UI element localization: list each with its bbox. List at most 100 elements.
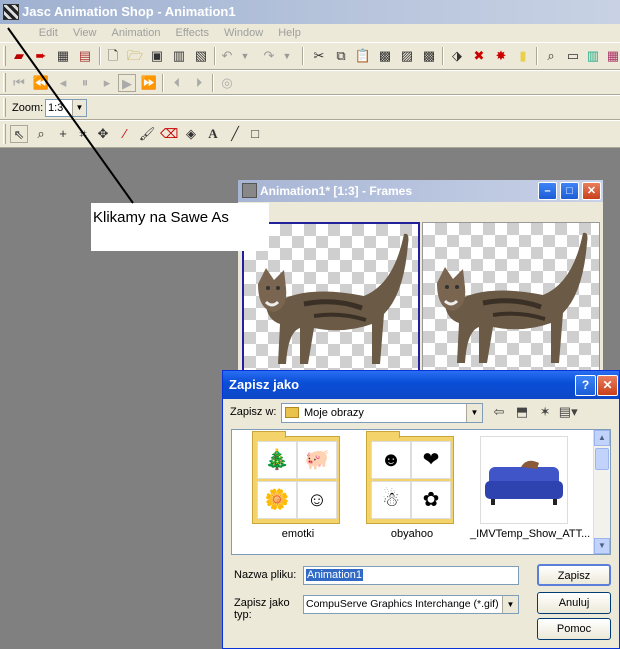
new-file-icon[interactable]: 🗋 [104,47,122,65]
minimize-button[interactable]: – [538,182,557,200]
chevron-down-icon[interactable]: ▼ [502,596,518,613]
maximize-button[interactable]: □ [560,182,579,200]
delete-frames-icon[interactable]: ✖ [470,47,488,65]
help-button[interactable]: Pomoc [537,618,611,640]
cancel-button[interactable]: Anuluj [537,592,611,614]
view-animation-icon[interactable]: ◎ [218,74,236,92]
redo-dropdown-icon[interactable]: ▼ [278,47,296,65]
paste-after-icon[interactable]: ▩ [420,47,438,65]
menu-animation[interactable]: Animation [106,24,167,40]
colors-icon[interactable]: ▦ [604,47,620,65]
rewind-icon[interactable]: ⏪ [32,74,50,92]
dialog-close-button[interactable]: ✕ [597,375,618,396]
vertical-scrollbar[interactable]: ▲ ▼ [593,430,610,554]
list-item[interactable]: 🎄 🐖 🌼 ☺ emotki [242,431,344,540]
frames-title-bar[interactable]: Animation1* [1:3] - Frames – □ ✕ [238,180,603,202]
play-icon[interactable]: ▶ [118,74,136,92]
toolbar-grip[interactable] [3,124,6,144]
crosshair-icon[interactable]: + [54,125,72,143]
menu-window[interactable]: Window [218,24,269,40]
crop-icon[interactable]: ✸ [492,47,510,65]
chevron-down-icon[interactable]: ▼ [72,100,86,116]
close-button[interactable]: ✕ [582,182,601,200]
paste-before-icon[interactable]: ▨ [398,47,416,65]
text-tool-icon[interactable]: A [204,125,222,143]
palette-icon[interactable]: ▥ [584,47,602,65]
paste-icon[interactable]: 📋 [354,47,372,65]
browse-icon[interactable]: ▧ [192,47,210,65]
menu-edit[interactable]: Edit [33,24,64,40]
zoom-tool-icon[interactable]: ⌕ [32,125,50,143]
up-folder-icon[interactable]: ⬒ [512,404,532,420]
toolbar-grip[interactable] [3,46,6,66]
new-folder-icon[interactable]: ✶ [535,404,555,420]
magnify-icon[interactable]: ⌕ [542,47,560,65]
folder-tab [252,431,286,438]
step-back-icon[interactable]: ⏴ [168,74,186,92]
scroll-thumb[interactable] [595,448,609,470]
first-frame-icon[interactable]: ⏮ [10,74,28,92]
undo-dropdown-icon[interactable]: ▼ [236,47,254,65]
paintbrush-icon[interactable]: 🖌 [138,125,156,143]
next-frame-icon[interactable]: ▸ [98,74,116,92]
frames-window-icon[interactable] [242,183,257,198]
menu-effects[interactable]: Effects [170,24,215,40]
toolbar-separator [302,47,304,65]
highlight-icon[interactable]: ▮ [514,47,532,65]
previous-frame-icon[interactable]: ◂ [54,74,72,92]
list-item[interactable]: _IMVTemp_Show_ATT... [470,436,590,540]
step-forward-icon[interactable]: ⏵ [190,74,208,92]
animation-wizard-icon[interactable]: ▰ [10,47,28,65]
rectangle-tool-icon[interactable]: □ [246,125,264,143]
frame-2[interactable] [422,222,600,372]
filename-input[interactable]: Animation1 [303,566,519,585]
copy-icon[interactable]: ⧉ [332,47,350,65]
pause-icon[interactable]: ⏸ [76,74,94,92]
eraser-icon[interactable]: ⌫ [160,125,178,143]
paste-new-icon[interactable]: ▩ [376,47,394,65]
save-in-select[interactable]: Moje obrazy ▼ [281,403,483,423]
save-button[interactable]: Zapisz [537,564,611,586]
scroll-down-icon[interactable]: ▼ [594,538,610,554]
zoom-select[interactable]: 1:3 ▼ [45,99,87,117]
cut-icon[interactable]: ✂ [310,47,328,65]
menu-help[interactable]: Help [272,24,307,40]
banner-wizard-icon[interactable]: ➨ [32,47,50,65]
toolbar-grip[interactable] [3,73,6,92]
folder-icon: ☻ ❤ ☃ ✿ [366,431,454,524]
dropper-icon[interactable]: ⁄ [116,125,134,143]
back-icon[interactable]: ⇦ [489,404,509,420]
view-menu-icon[interactable]: ▤▾ [558,404,578,420]
menu-view[interactable]: View [67,24,103,40]
toolbar-grip[interactable] [3,98,6,117]
open-folder-icon[interactable]: 🗁 [126,47,144,65]
menu-file[interactable]: File [0,24,30,40]
file-name: _IMVTemp_Show_ATT... [470,528,591,540]
properties-icon[interactable]: ▭ [564,47,582,65]
thumbnail-heart: ❤ [411,441,451,479]
line-tool-icon[interactable]: ╱ [226,125,244,143]
help-question-button[interactable]: ? [575,375,596,396]
frames-title: Animation1* [1:3] - Frames [260,184,413,198]
arrow-select-icon[interactable]: ⇖ [10,125,28,143]
save-icon[interactable]: ▣ [148,47,166,65]
insert-frames-icon[interactable]: ⬗ [448,47,466,65]
crop-tool-icon[interactable]: ⌗ [74,125,92,143]
app-title: Jasc Animation Shop - Animation1 [22,4,236,19]
optimize-icon[interactable]: ▦ [54,47,72,65]
move-icon[interactable]: ✥ [94,125,112,143]
save-frames-icon[interactable]: ▥ [170,47,188,65]
filetype-select[interactable]: CompuServe Graphics Interchange (*.gif) … [303,595,519,614]
redo-icon[interactable]: ↷ [260,47,278,65]
film-icon[interactable]: ▤ [76,47,94,65]
fill-icon[interactable]: ◈ [182,125,200,143]
fast-forward-icon[interactable]: ⏩ [140,74,158,92]
filename-label: Nazwa pliku: [234,569,297,581]
list-item[interactable]: ☻ ❤ ☃ ✿ obyahoo [356,431,458,540]
chevron-down-icon[interactable]: ▼ [466,404,482,422]
undo-icon[interactable]: ↶ [218,47,236,65]
app-icon[interactable] [3,4,19,20]
scroll-up-icon[interactable]: ▲ [594,430,610,446]
dialog-title-bar[interactable]: Zapisz jako ? ✕ [223,371,619,399]
filename-value: Animation1 [306,569,364,581]
